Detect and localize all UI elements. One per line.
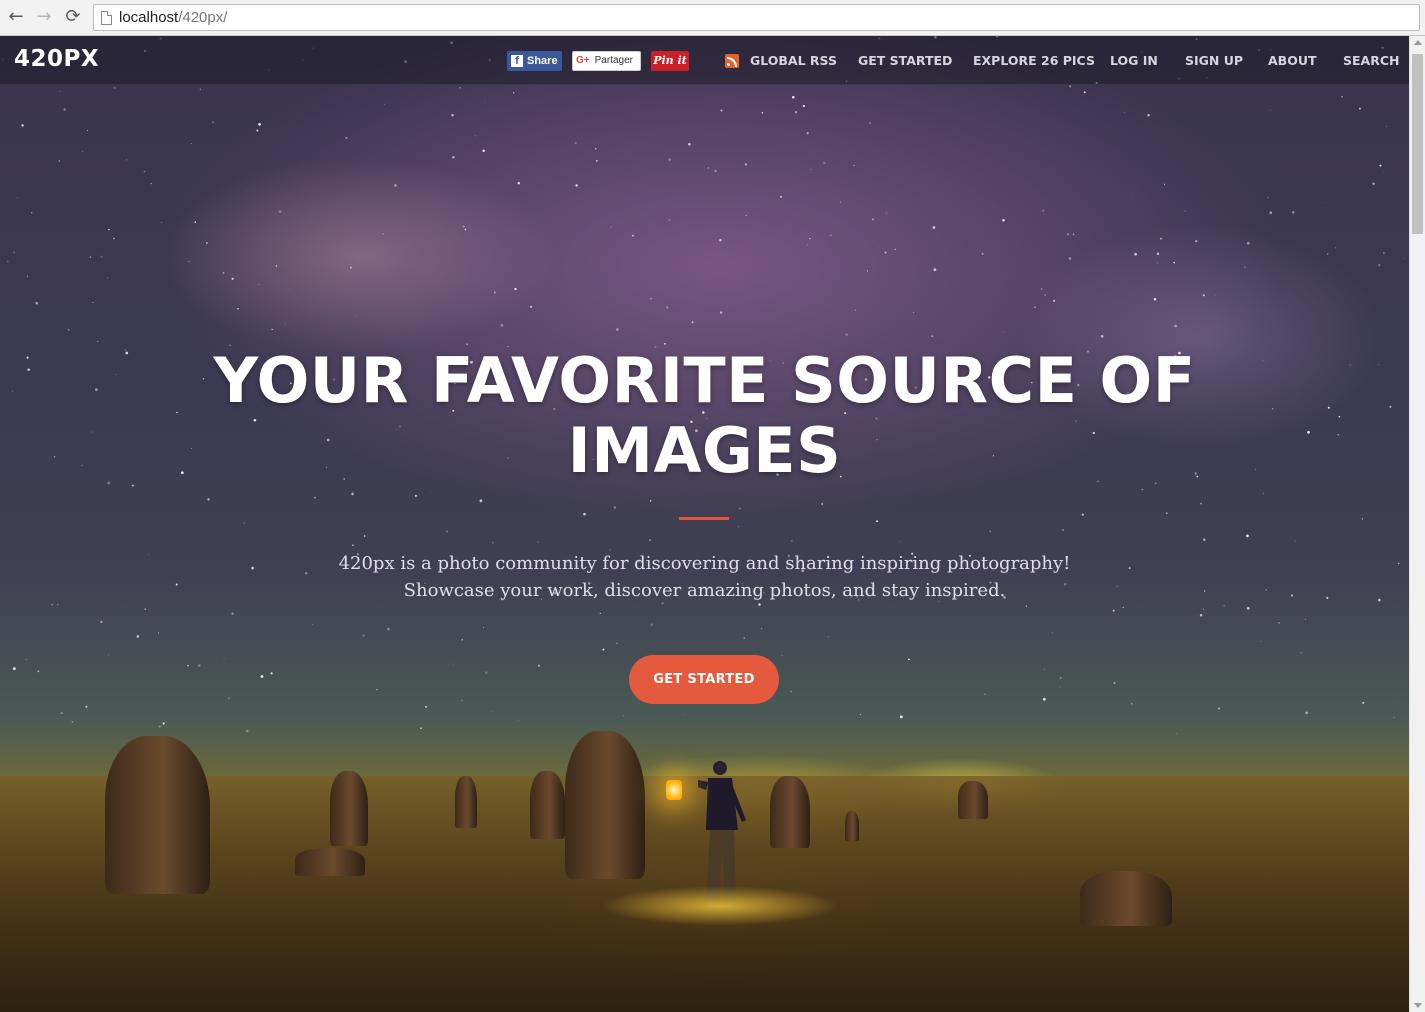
hero-title: YOUR FAVORITE SOURCE OF IMAGES [0, 346, 1409, 486]
browser-toolbar: ← → ⟳ localhost/420px/ [0, 0, 1425, 36]
pinnacle-rock [958, 781, 988, 819]
scrollbar-thumb[interactable] [1412, 54, 1423, 234]
pinnacle-rock [295, 848, 365, 876]
facebook-share-label: Share [527, 55, 558, 67]
nav-search[interactable]: SEARCH [1343, 53, 1399, 68]
pinnacle-rock [845, 811, 859, 841]
address-bar[interactable]: localhost/420px/ [93, 4, 1420, 31]
scroll-down-arrow-icon[interactable] [1414, 1003, 1422, 1008]
hero-title-line: YOUR FAVORITE SOURCE OF [213, 344, 1196, 417]
back-arrow-icon[interactable]: ← [5, 6, 27, 28]
facebook-share-button[interactable]: f Share [507, 51, 562, 71]
hero-divider [679, 517, 729, 520]
google-plus-share-button[interactable]: G+ Partager [572, 51, 641, 71]
get-started-button[interactable]: GET STARTED [629, 655, 779, 704]
pinnacle-rock [770, 776, 810, 848]
page-viewport: 420PX f Share G+ Partager Pin it GLOBAL RS… [0, 36, 1409, 1012]
site-logo[interactable]: 420PX [14, 46, 99, 72]
page-scrollbar[interactable] [1409, 36, 1425, 1012]
url-host: localhost [119, 9, 179, 26]
rss-icon[interactable] [725, 54, 739, 68]
google-plus-share-label: Partager [594, 55, 633, 66]
nav-log-in[interactable]: LOG IN [1110, 53, 1158, 68]
facebook-icon: f [511, 55, 523, 67]
hero-description-line: 420px is a photo community for discoveri… [338, 553, 1071, 574]
site-header: 420PX f Share G+ Partager Pin it GLOBAL RS… [0, 36, 1409, 85]
pinnacle-rock [1080, 871, 1172, 926]
reload-icon[interactable]: ⟳ [62, 6, 84, 28]
nav-sign-up[interactable]: SIGN UP [1185, 53, 1243, 68]
scroll-up-arrow-icon[interactable] [1414, 40, 1422, 45]
forward-arrow-icon[interactable]: → [33, 6, 55, 28]
nav-global-rss[interactable]: GLOBAL RSS [750, 53, 837, 68]
lantern-glow [600, 886, 840, 926]
hero-description: 420px is a photo community for discoveri… [0, 550, 1409, 604]
pinnacle-rock [565, 731, 645, 879]
pinnacle-rock [330, 771, 368, 846]
nav-explore[interactable]: EXPLORE 26 PICS [973, 53, 1095, 68]
pinnacle-rock [455, 776, 477, 828]
hero-title-line: IMAGES [567, 414, 842, 487]
nav-get-started[interactable]: GET STARTED [858, 53, 952, 68]
pinterest-pin-button[interactable]: Pin it [651, 51, 689, 71]
lantern-icon [666, 780, 682, 800]
nav-about[interactable]: ABOUT [1268, 53, 1317, 68]
page-icon [101, 11, 112, 25]
url-text[interactable]: localhost/420px/ [119, 9, 227, 26]
hero-description-line: Showcase your work, discover amazing pho… [403, 580, 1006, 601]
url-path: /420px/ [178, 9, 228, 26]
google-plus-icon: G+ [576, 55, 590, 66]
pinnacle-rock [105, 736, 210, 894]
pinnacle-rock [530, 771, 565, 839]
